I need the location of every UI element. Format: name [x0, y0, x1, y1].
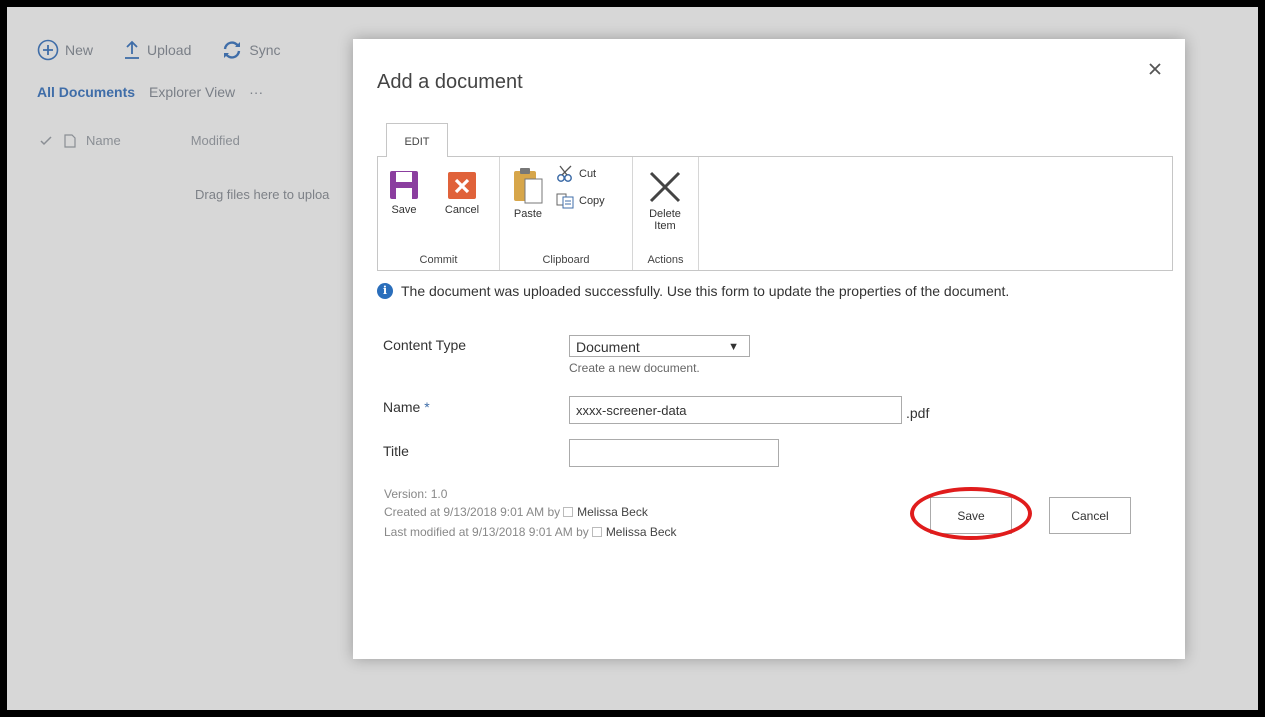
ribbon-cancel-button[interactable]: Cancel	[434, 169, 490, 216]
ribbon-save-label: Save	[391, 204, 417, 216]
presence-box	[591, 527, 602, 537]
ribbon-copy-label: Copy	[579, 195, 605, 207]
sync-label: Sync	[249, 42, 281, 58]
view-all-documents[interactable]: All Documents	[37, 84, 135, 100]
clipboard-group-label: Clipboard	[542, 254, 590, 266]
sync-icon	[224, 41, 241, 59]
ribbon-group-commit: Save Cancel Commit	[378, 157, 500, 270]
cancel-button[interactable]: Cancel	[1049, 497, 1131, 534]
created-prefix: Created at 9/13/2018 9:01 AM by	[384, 505, 561, 519]
modified-by-user[interactable]: Melissa Beck	[606, 525, 677, 539]
add-document-dialog: Add a document EDIT Save Cancel Commit P…	[353, 39, 1185, 659]
sync-command[interactable]: Sync	[221, 40, 281, 60]
close-icon[interactable]	[1147, 61, 1163, 77]
new-label: New	[65, 42, 94, 58]
background-toolbar: New Upload Sync	[37, 39, 311, 61]
created-info: Created at 9/13/2018 9:01 AM by Melissa B…	[384, 505, 648, 519]
info-icon: i	[377, 283, 393, 299]
column-name[interactable]: Name	[86, 133, 121, 148]
ribbon: Save Cancel Commit Paste Cut Copy Clipbo…	[377, 156, 1173, 271]
drag-drop-hint: Drag files here to uploa	[195, 187, 330, 202]
plus-circle-icon	[37, 39, 59, 61]
ribbon-delete-label-line1: Delete	[649, 208, 681, 220]
cut-scissors-icon	[557, 165, 572, 182]
required-marker: *	[424, 399, 430, 415]
presence-box	[563, 507, 574, 517]
info-message: i The document was uploaded successfully…	[377, 283, 1009, 299]
info-message-text: The document was uploaded successfully. …	[401, 283, 1010, 299]
save-button[interactable]: Save	[930, 497, 1012, 534]
content-type-hint: Create a new document.	[569, 361, 700, 375]
ribbon-cut-label: Cut	[579, 168, 597, 180]
ribbon-group-actions: Delete Item Actions	[633, 157, 699, 270]
ribbon-delete-item-button[interactable]: Delete Item	[639, 169, 691, 232]
column-modified[interactable]: Modified	[191, 133, 240, 148]
check-icon[interactable]	[40, 135, 52, 146]
ribbon-cancel-label: Cancel	[444, 204, 480, 216]
copy-icon	[556, 193, 574, 209]
modified-prefix: Last modified at 9/13/2018 9:01 AM by	[384, 525, 589, 539]
ribbon-paste-button[interactable]: Paste	[508, 165, 548, 220]
modified-info: Last modified at 9/13/2018 9:01 AM by Mel…	[384, 525, 677, 539]
tab-edit[interactable]: EDIT	[386, 123, 448, 157]
view-switcher: All Documents Explorer View ···	[37, 84, 277, 100]
version-info: Version: 1.0	[384, 487, 448, 501]
name-input[interactable]	[569, 396, 902, 424]
name-label: Name	[383, 399, 421, 415]
document-icon	[64, 133, 76, 148]
title-label: Title	[383, 443, 409, 459]
paste-clipboard-icon	[514, 168, 543, 204]
upload-icon	[125, 40, 140, 59]
cancel-x-icon	[448, 172, 476, 199]
save-disk-icon	[390, 171, 418, 199]
list-header: Name Modified	[40, 133, 240, 148]
dialog-title: Add a document	[377, 71, 523, 93]
name-label-row: Name *	[383, 399, 430, 415]
delete-x-icon	[649, 171, 681, 203]
ribbon-copy-button[interactable]: Copy	[556, 193, 605, 209]
title-input[interactable]	[569, 439, 779, 467]
dropdown-arrow-icon: ▼	[728, 341, 739, 353]
ribbon-save-button[interactable]: Save	[387, 169, 421, 216]
content-type-value: Document	[576, 339, 640, 355]
actions-group-label: Actions	[647, 254, 684, 266]
content-type-label: Content Type	[383, 337, 467, 353]
name-extension: .pdf	[906, 405, 930, 421]
new-command[interactable]: New	[37, 39, 93, 61]
view-more[interactable]: ···	[249, 84, 263, 100]
ribbon-paste-label: Paste	[513, 208, 543, 220]
created-by-user[interactable]: Melissa Beck	[577, 505, 648, 519]
commit-group-label: Commit	[419, 254, 458, 266]
ribbon-group-clipboard: Paste Cut Copy Clipboard	[500, 157, 633, 270]
upload-label: Upload	[147, 42, 192, 58]
view-explorer[interactable]: Explorer View	[149, 84, 235, 100]
ribbon-delete-label-line2: Item	[654, 220, 676, 232]
upload-command[interactable]: Upload	[123, 40, 191, 60]
ribbon-cut-button[interactable]: Cut	[556, 165, 596, 183]
screenshot-frame: New Upload Sync All Documents Explorer V…	[7, 7, 1258, 710]
content-type-select[interactable]: Document ▼	[569, 335, 750, 357]
